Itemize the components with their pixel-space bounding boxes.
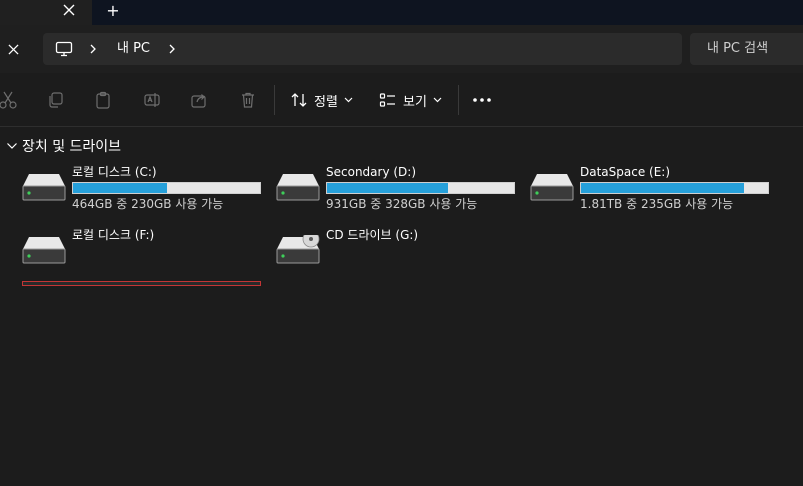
address-input[interactable]: 내 PC (43, 33, 682, 65)
monitor-icon (55, 41, 73, 57)
hard-drive-icon (22, 237, 66, 264)
drive-c[interactable]: 로컬 디스크 (C:) 464GB 중 230GB 사용 가능 (22, 164, 267, 214)
tab-bar: + (0, 0, 803, 25)
hard-drive-icon (530, 174, 574, 201)
drive-name: 로컬 디스크 (F:) (72, 228, 155, 242)
drive-usage-fill (73, 183, 168, 193)
chevron-down-icon (344, 97, 353, 103)
toolbar-separator (458, 85, 459, 115)
drive-name: 로컬 디스크 (C:) (72, 165, 157, 179)
chevron-right-icon[interactable] (167, 42, 177, 56)
delete-button[interactable] (238, 90, 258, 110)
address-bar-row: 내 PC 내 PC 검색 (0, 25, 803, 73)
toolbar-separator (274, 85, 275, 115)
view-list-icon (379, 93, 395, 107)
drive-usage-bar (580, 182, 769, 194)
trash-icon (242, 92, 254, 108)
search-placeholder: 내 PC 검색 (707, 41, 769, 56)
drive-d[interactable]: Secondary (D:) 931GB 중 328GB 사용 가능 (276, 164, 521, 214)
breadcrumb-my-pc[interactable]: 내 PC (117, 40, 150, 58)
drive-usage-fill (581, 183, 745, 193)
drive-e[interactable]: DataSpace (E:) 1.81TB 중 235GB 사용 가능 (530, 164, 775, 214)
view-button[interactable]: 보기 (379, 89, 442, 111)
tab-my-pc[interactable] (0, 0, 92, 25)
view-label: 보기 (403, 94, 427, 110)
chevron-right-icon[interactable] (88, 42, 98, 56)
rename-button[interactable] (142, 90, 162, 110)
hard-drive-icon (276, 174, 320, 201)
drive-g[interactable]: CD 드라이브 (G:) (276, 227, 521, 277)
drive-name: CD 드라이브 (G:) (326, 228, 419, 242)
drive-name: Secondary (D:) (326, 165, 417, 179)
drive-free-space: 464GB 중 230GB 사용 가능 (72, 197, 224, 211)
tab-strip (92, 0, 803, 25)
close-icon (7, 43, 19, 55)
drive-free-space: 931GB 중 328GB 사용 가능 (326, 197, 478, 211)
copy-button[interactable] (46, 90, 66, 110)
share-button[interactable] (189, 90, 209, 110)
chevron-down-icon (433, 97, 442, 103)
section-title: 장치 및 드라이브 (22, 139, 122, 155)
copy-icon (49, 92, 63, 108)
hard-drive-icon (22, 174, 66, 201)
section-header-devices[interactable]: 장치 및 드라이브 (6, 136, 121, 156)
drive-free-space: 1.81TB 중 235GB 사용 가능 (580, 197, 734, 211)
drive-f[interactable]: 로컬 디스크 (F:) (22, 227, 267, 277)
sort-button[interactable]: 정렬 (290, 89, 353, 111)
drive-usage-bar (326, 182, 515, 194)
drive-name: DataSpace (E:) (580, 165, 671, 179)
highlight-underline (22, 281, 261, 286)
rename-icon (144, 93, 160, 107)
paste-button[interactable] (93, 90, 113, 110)
sort-label: 정렬 (314, 94, 338, 110)
close-button[interactable] (2, 39, 24, 59)
cd-drive-icon (276, 235, 320, 264)
close-icon (63, 4, 75, 16)
scissors-icon (0, 91, 17, 109)
share-icon (191, 94, 206, 108)
tab-close-button[interactable] (58, 0, 80, 20)
plus-icon: + (106, 0, 120, 20)
search-input[interactable]: 내 PC 검색 (690, 33, 803, 65)
chevron-down-icon (7, 143, 17, 149)
more-options-button[interactable] (471, 89, 493, 111)
drive-usage-fill (327, 183, 449, 193)
sort-icon (291, 93, 307, 107)
clipboard-icon (96, 91, 110, 109)
new-tab-button[interactable]: + (102, 0, 124, 20)
ellipsis-icon (473, 98, 491, 102)
cut-button[interactable] (0, 90, 18, 110)
command-bar: 정렬 보기 (0, 73, 803, 127)
drive-usage-bar (72, 182, 261, 194)
